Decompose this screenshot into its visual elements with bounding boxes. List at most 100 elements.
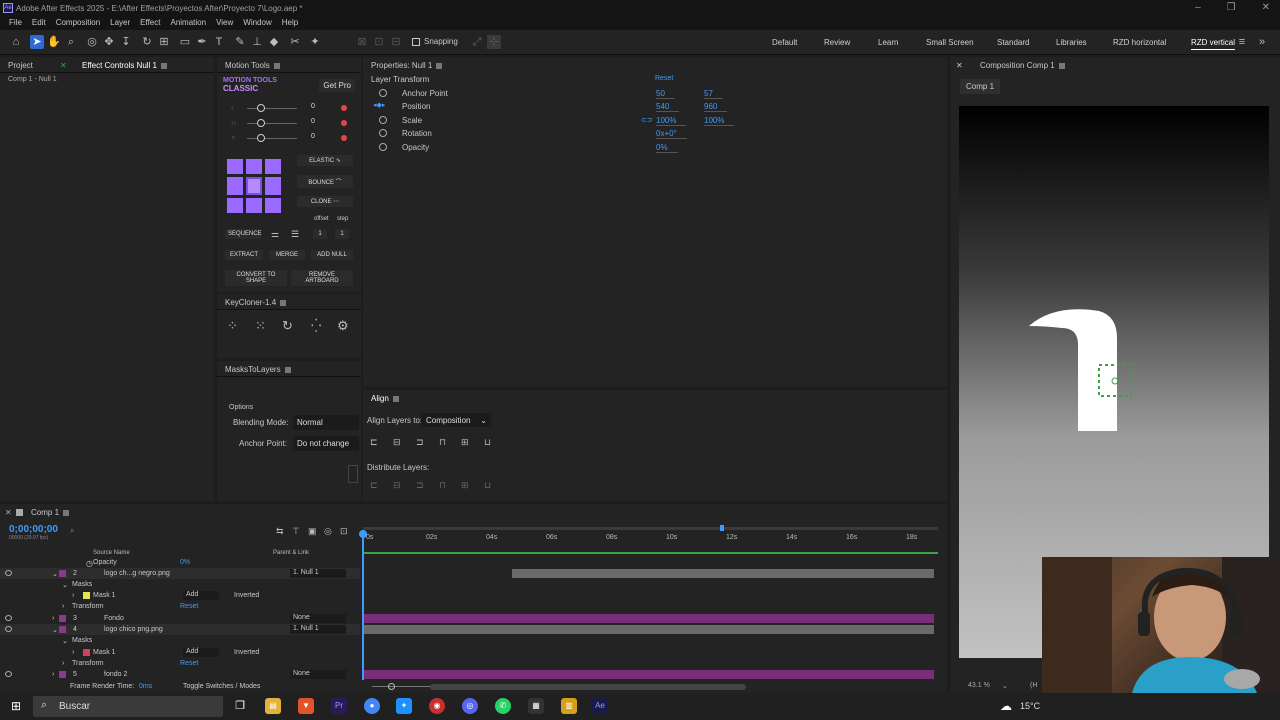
panel-menu-icon[interactable] [392, 395, 399, 402]
paste-keys-icon[interactable]: ⁙ [255, 318, 266, 334]
zoom-slider-knob[interactable] [388, 683, 395, 690]
keyframe-dot-icon[interactable] [341, 105, 347, 111]
menu-help[interactable]: Help [277, 16, 303, 30]
bounce-button[interactable]: BOUNCE ⌒ [297, 175, 353, 188]
align-vertical-center-icon[interactable]: ⊞ [461, 437, 471, 447]
zoom-tool-icon[interactable]: ⌕ [64, 35, 78, 49]
label-color-swatch[interactable] [59, 570, 66, 577]
distribute-top-icon[interactable]: ⊏ [370, 480, 380, 490]
distribute-right-icon[interactable]: ⊔ [484, 480, 494, 490]
snap-grid-icon[interactable]: ⊹ [487, 35, 501, 49]
twirl-right-icon[interactable]: › [52, 671, 54, 678]
label-color-swatch[interactable] [59, 626, 66, 633]
snapping-toggle[interactable]: Snapping [412, 37, 458, 46]
align-to-select[interactable]: Composition ⌄ [421, 413, 491, 427]
timeline-layer-row[interactable]: › 3 Fondo None [0, 613, 360, 624]
eye-icon[interactable] [5, 615, 12, 621]
menu-window[interactable]: Window [238, 16, 276, 30]
file-explorer-icon[interactable]: ▤ [265, 698, 281, 714]
stopwatch-icon[interactable]: ◷ [86, 559, 93, 568]
step-input[interactable]: 1 [335, 229, 349, 239]
work-area-bar[interactable] [363, 552, 938, 554]
sequence-layers-icon[interactable]: ⚌ [271, 229, 279, 240]
workspace-standard[interactable]: Standard [997, 38, 1029, 47]
puppet-tool-icon[interactable]: ✦ [308, 35, 322, 49]
anchor-cell-top-left[interactable] [227, 159, 243, 174]
workspace-libraries[interactable]: Libraries [1056, 38, 1087, 47]
dolly-tool-icon[interactable]: ↧ [119, 35, 133, 49]
app-icon[interactable]: ▦ [528, 698, 544, 714]
slider-value[interactable]: 0 [311, 103, 315, 110]
parent-select[interactable]: 1. Null 1 [290, 625, 346, 634]
twirl-icon[interactable]: ⌄ [52, 626, 58, 634]
prop-value[interactable]: 0% [180, 559, 190, 566]
tab-align[interactable]: Align [371, 394, 399, 403]
keyframe-dot-icon[interactable] [341, 120, 347, 126]
eraser-tool-icon[interactable]: ◆ [267, 35, 281, 49]
add-null-button[interactable]: ADD NULL [311, 250, 353, 260]
remove-artboard-button[interactable]: REMOVE ARTBOARD [291, 270, 353, 286]
menu-effect[interactable]: Effect [135, 16, 165, 30]
after-effects-icon[interactable]: Ae [592, 698, 608, 714]
distribute-left-icon[interactable]: ⊓ [439, 480, 449, 490]
slider-knob[interactable] [257, 134, 265, 142]
menu-composition[interactable]: Composition [51, 16, 105, 30]
view-axis-icon[interactable]: ⊟ [389, 35, 403, 49]
twirl-right-icon[interactable]: › [62, 603, 64, 610]
align-top-icon[interactable]: ⊓ [439, 437, 449, 447]
ease-slider-1[interactable]: ‹ 0 [231, 103, 355, 113]
slider-knob[interactable] [257, 119, 265, 127]
anchor-cell-top-right[interactable] [265, 159, 281, 174]
workspace-overflow-icon[interactable]: » [1255, 35, 1269, 49]
prop-value-x[interactable]: 540 [656, 102, 680, 112]
reverse-keys-icon[interactable]: ⁛ [311, 318, 321, 334]
workspace-rzd-horizontal[interactable]: RZD horizontal [1113, 38, 1166, 47]
task-view-icon[interactable]: ❐ [232, 698, 248, 714]
mask-mode-select[interactable]: Add [183, 648, 219, 657]
twirl-right-icon[interactable]: › [52, 615, 54, 622]
shy-layers-icon[interactable]: ▣ [308, 526, 317, 537]
timeline-layer-row[interactable]: › 5 fondo 2 None [0, 669, 360, 680]
transform-reset-link[interactable]: Reset [655, 75, 673, 82]
anchor-cell-right[interactable] [265, 176, 281, 196]
prop-value-x[interactable]: 50 [656, 89, 675, 99]
timeline-layer-row[interactable]: ⌄ 2 logo ch...g negro.png 1. Null 1 [0, 568, 360, 579]
prop-value-y[interactable]: 960 [704, 102, 728, 112]
timeline-layer-row[interactable]: ⌄ 4 logo chico png.png 1. Null 1 [0, 624, 360, 635]
twirl-right-icon[interactable]: › [72, 649, 74, 656]
tab-masks-to-layers[interactable]: MasksToLayers [225, 365, 291, 374]
discord-icon[interactable]: ◎ [462, 698, 478, 714]
hand-tool-icon[interactable]: ✋ [47, 35, 61, 49]
pen-tool-icon[interactable]: ✒ [195, 35, 209, 49]
mask-name[interactable]: Mask 1 [93, 592, 116, 599]
close-icon[interactable]: ✕ [956, 61, 963, 70]
prop-value[interactable]: 0x+0° [656, 129, 687, 139]
prop-value-y[interactable]: 57 [704, 89, 723, 99]
premiere-pro-icon[interactable]: Pr [331, 698, 347, 714]
run-button[interactable] [348, 465, 358, 483]
panel-menu-icon[interactable] [1058, 62, 1065, 69]
layer-name[interactable]: Fondo [104, 615, 124, 622]
panel-menu-icon[interactable] [436, 62, 443, 69]
keyframe-nav-icon[interactable]: ◂◆▸ [373, 101, 385, 109]
twirl-right-icon[interactable]: › [62, 660, 64, 667]
menu-animation[interactable]: Animation [165, 16, 211, 30]
playhead-handle[interactable] [359, 530, 367, 538]
extract-button[interactable]: EXTRACT [225, 250, 263, 260]
pan-tool-icon[interactable]: ✥ [102, 35, 116, 49]
motion-blur-icon[interactable]: ◎ [324, 526, 332, 537]
tab-motion-tools[interactable]: Motion Tools [225, 61, 280, 70]
world-axis-icon[interactable]: ⊡ [372, 35, 386, 49]
tab-keycloner[interactable]: KeyCloner-1.4 [225, 298, 287, 307]
mask-color-swatch[interactable] [83, 649, 90, 656]
label-color-swatch[interactable] [59, 615, 66, 622]
layer-name[interactable]: logo chico png.png [104, 626, 163, 633]
settings-gear-icon[interactable]: ⚙ [337, 318, 349, 334]
offset-input[interactable]: 1 [313, 229, 327, 239]
transform-reset-link[interactable]: Reset [180, 603, 198, 610]
ease-slider-2[interactable]: ‹› 0 [231, 118, 355, 128]
get-pro-button[interactable]: Get Pro [319, 79, 355, 92]
prop-value[interactable]: 0% [656, 143, 678, 153]
align-horizontal-center-icon[interactable]: ⊟ [393, 437, 403, 447]
tab-composition[interactable]: Composition Comp 1 [980, 61, 1065, 70]
